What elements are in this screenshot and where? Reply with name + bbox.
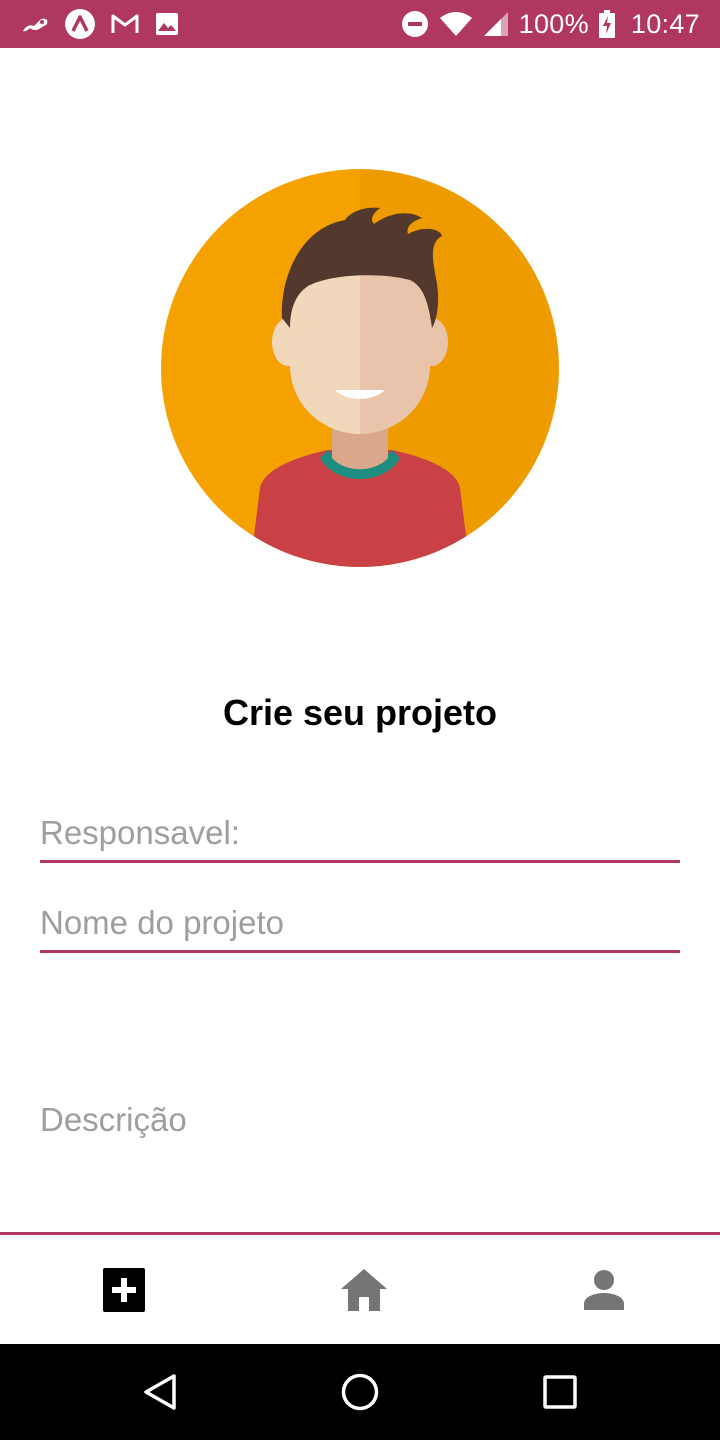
wifi-icon [439, 12, 472, 36]
system-nav-bar [0, 1344, 720, 1440]
link-icon [23, 18, 48, 32]
add-box-icon [103, 1267, 145, 1312]
back-icon [144, 1374, 176, 1410]
signal-icon [483, 12, 508, 36]
bottom-tab-bar [0, 1232, 720, 1344]
home-circle-icon [341, 1373, 379, 1411]
system-icons: 100% 10:47 [401, 6, 700, 42]
nav-back-button[interactable] [136, 1368, 184, 1416]
description-input[interactable] [40, 1090, 680, 1150]
screen: 100% 10:47 Crie seu projeto Responsavel:… [0, 0, 720, 1440]
gmail-icon [111, 14, 139, 33]
battery-charging-icon [598, 10, 615, 38]
person-icon [584, 1269, 624, 1310]
responsavel-input[interactable] [40, 806, 680, 863]
page-title: Crie seu projeto [222, 692, 498, 733]
clock: 10:47 [630, 8, 700, 39]
tab-home[interactable] [244, 1235, 484, 1344]
battery-percent: 100% [518, 8, 589, 39]
project-name-input[interactable] [40, 896, 680, 953]
avatar-illustration [161, 169, 559, 567]
nav-home-button[interactable] [336, 1368, 384, 1416]
recents-icon [543, 1375, 577, 1409]
image-icon [156, 13, 178, 35]
notification-icons [20, 6, 180, 42]
tab-profile[interactable] [484, 1235, 720, 1344]
status-bar: 100% 10:47 [0, 0, 720, 48]
home-icon [341, 1268, 387, 1311]
app-logo-icon [65, 9, 95, 39]
nav-recents-button[interactable] [536, 1368, 584, 1416]
do-not-disturb-icon [401, 11, 428, 37]
tab-add-project[interactable] [4, 1235, 244, 1344]
